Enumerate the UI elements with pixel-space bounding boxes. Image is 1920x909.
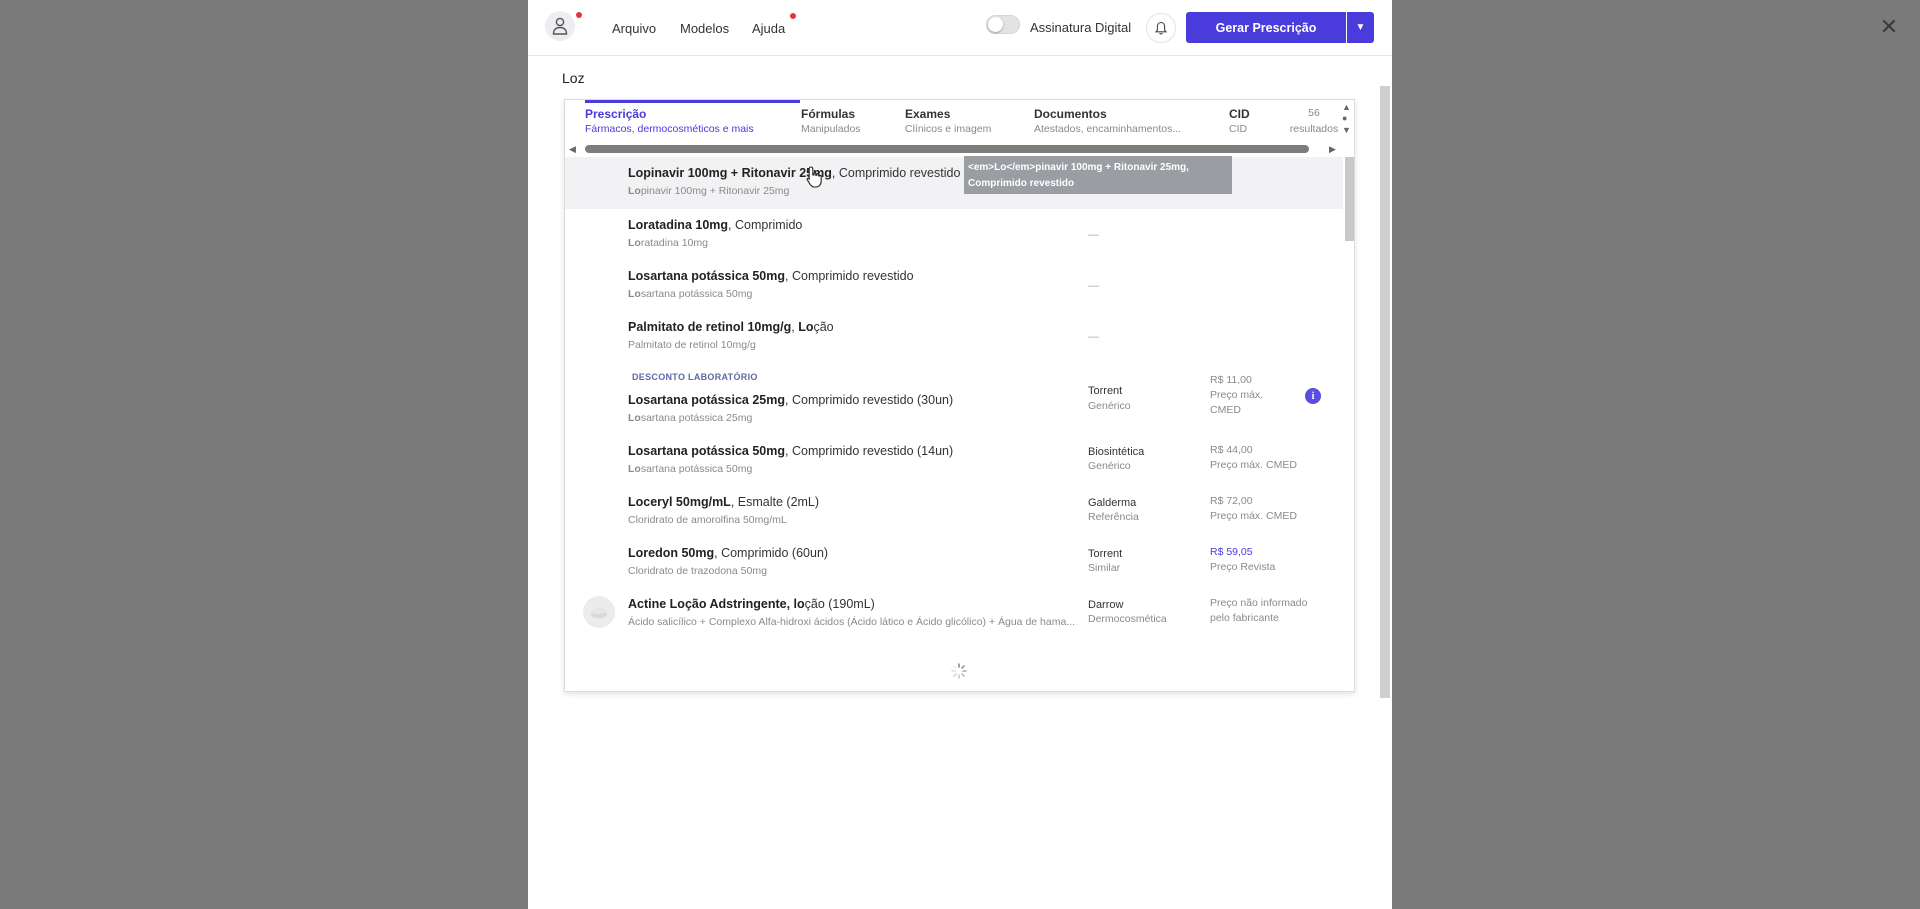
result-subtitle: Losartana potássica 25mg — [628, 412, 753, 424]
results-count: 56 resultados — [1286, 105, 1342, 137]
header: Arquivo Modelos Ajuda Assinatura Digital… — [528, 0, 1392, 56]
result-type: Similar — [1088, 562, 1121, 574]
result-price: R$ 72,00 Preço máx. CMED — [1210, 495, 1297, 522]
generate-options-button[interactable]: ▼ — [1347, 12, 1374, 43]
result-lab: Galderma — [1088, 497, 1137, 509]
tab-exames[interactable]: Exames Clínicos e imagem — [905, 100, 1025, 140]
results-count-label: resultados — [1289, 123, 1339, 135]
tab-formulas[interactable]: Fórmulas Manipulados — [801, 100, 901, 140]
result-lab-placeholder: — — [1088, 331, 1099, 343]
loading-spinner-icon — [951, 663, 967, 679]
tab-title: CID — [1229, 107, 1250, 121]
tabs-horizontal-scrollbar[interactable] — [585, 145, 1309, 153]
result-lab: Torrent — [1088, 385, 1123, 397]
search-results-panel: Prescrição Fármacos, dermocosméticos e m… — [564, 99, 1355, 692]
result-subtitle: Cloridrato de amorolfina 50mg/mL — [628, 514, 787, 526]
page-scrollbar[interactable] — [1380, 86, 1390, 698]
result-row[interactable]: Loceryl 50mg/mL, Esmalte (2mL) Cloridrat… — [565, 485, 1343, 536]
tab-title: Documentos — [1034, 107, 1107, 121]
search-input[interactable] — [562, 67, 1162, 89]
result-price: R$ 59,05 Preço Revista — [1210, 546, 1276, 573]
result-subtitle: Losartana potássica 50mg — [628, 463, 753, 475]
results-count-number: 56 — [1308, 107, 1320, 119]
tab-subtitle: Manipulados — [801, 123, 861, 135]
result-row[interactable]: Loredon 50mg, Comprimido (60un) Cloridra… — [565, 536, 1343, 587]
result-subtitle: Loratadina 10mg — [628, 237, 708, 249]
tab-title: Fórmulas — [801, 107, 856, 121]
scroll-down-arrow-icon[interactable]: ▼ — [1342, 125, 1351, 135]
result-type: Genérico — [1088, 460, 1131, 472]
notifications-button[interactable] — [1146, 13, 1176, 43]
result-tooltip: <em>Lo</em>pinavir 100mg + Ritonavir 25m… — [964, 156, 1232, 194]
result-subtitle: Lopinavir 100mg + Ritonavir 25mg — [628, 185, 790, 197]
digital-signature-label: Assinatura Digital — [1030, 20, 1132, 35]
generate-prescription-button[interactable]: Gerar Prescrição — [1186, 12, 1346, 43]
menu-ajuda[interactable]: Ajuda — [752, 21, 785, 36]
tab-subtitle: Atestados, encaminhamentos... — [1034, 123, 1182, 135]
result-row[interactable]: Loratadina 10mg, Comprimido Loratadina 1… — [565, 209, 1343, 261]
result-name: Actine Loção Adstringente, loção (190mL) — [628, 597, 875, 611]
result-name: Losartana potássica 50mg, Comprimido rev… — [628, 444, 954, 458]
result-type: Referência — [1088, 511, 1139, 523]
result-name: Loredon 50mg, Comprimido (60un) — [628, 546, 829, 560]
result-name: Losartana potássica 25mg, Comprimido rev… — [628, 393, 954, 407]
result-price: Preço não informado pelo fabricante — [1210, 597, 1308, 624]
prescription-modal: Arquivo Modelos Ajuda Assinatura Digital… — [528, 0, 1392, 909]
result-price: R$ 44,00 Preço máx. CMED — [1210, 444, 1297, 471]
result-row[interactable]: Actine Loção Adstringente, loção (190mL)… — [565, 587, 1343, 639]
hand-cursor-icon — [806, 166, 822, 188]
result-row[interactable]: Losartana potássica 50mg, Comprimido rev… — [565, 434, 1343, 485]
menu-modelos[interactable]: Modelos — [680, 21, 729, 36]
scroll-right-arrow-icon[interactable]: ▶ — [1329, 144, 1336, 154]
info-icon[interactable]: i — [1305, 388, 1321, 404]
notification-dot — [576, 12, 582, 18]
menu-arquivo[interactable]: Arquivo — [612, 21, 656, 36]
results-scrollbar[interactable] — [1345, 157, 1354, 241]
result-name: Losartana potássica 50mg, Comprimido rev… — [628, 269, 914, 283]
result-row[interactable]: Losartana potássica 50mg, Comprimido rev… — [565, 260, 1343, 312]
digital-signature-toggle[interactable] — [986, 15, 1020, 34]
result-lab: Biosintética — [1088, 446, 1145, 458]
result-subtitle: Losartana potássica 50mg — [628, 288, 753, 300]
result-price: R$ 11,00 Preço máx. CMED — [1210, 374, 1264, 416]
result-subtitle: Palmitato de retinol 10mg/g — [628, 339, 756, 351]
result-name: Loceryl 50mg/mL, Esmalte (2mL) — [628, 495, 820, 509]
result-subtitle: Ácido salicílico + Complexo Alfa-hidroxi… — [628, 616, 1076, 628]
scroll-left-arrow-icon[interactable]: ◀ — [569, 144, 576, 154]
tab-prescricao[interactable]: Prescrição Fármacos, dermocosméticos e m… — [585, 100, 800, 140]
tab-subtitle: CID — [1229, 123, 1248, 135]
user-avatar[interactable] — [545, 11, 575, 41]
result-lab-placeholder: — — [1088, 280, 1099, 292]
tab-subtitle: Fármacos, dermocosméticos e mais — [585, 123, 754, 135]
more-dots-icon[interactable]: ● — [1342, 113, 1347, 123]
scroll-up-arrow-icon[interactable]: ▲ — [1342, 102, 1351, 112]
tab-title: Prescrição — [585, 107, 647, 121]
result-name: Lopinavir 100mg + Ritonavir 25mg, Compri… — [628, 166, 961, 180]
section-label-discount: DESCONTO LABORATÓRIO — [632, 372, 758, 382]
result-type: Dermocosmética — [1088, 613, 1167, 625]
tab-title: Exames — [905, 107, 951, 121]
result-lab-placeholder: — — [1088, 229, 1099, 241]
result-type: Genérico — [1088, 400, 1131, 412]
result-row[interactable]: Losartana potássica 25mg, Comprimido rev… — [565, 374, 1343, 432]
ajuda-notification-dot — [790, 13, 796, 19]
result-lab: Torrent — [1088, 548, 1123, 560]
user-icon — [552, 17, 568, 35]
result-row[interactable]: Palmitato de retinol 10mg/g, Loção Palmi… — [565, 311, 1343, 363]
tab-cid[interactable]: CID CID — [1229, 100, 1269, 140]
bell-icon — [1155, 21, 1167, 35]
tab-subtitle: Clínicos e imagem — [905, 123, 992, 135]
result-name: Palmitato de retinol 10mg/g, Loção — [628, 320, 834, 334]
close-icon[interactable]: ✕ — [1878, 16, 1900, 38]
result-subtitle: Cloridrato de trazodona 50mg — [628, 565, 767, 577]
result-name: Loratadina 10mg, Comprimido — [628, 218, 803, 232]
tab-documentos[interactable]: Documentos Atestados, encaminhamentos... — [1034, 100, 1194, 140]
caret-down-icon: ▼ — [1355, 22, 1366, 33]
result-lab: Darrow — [1088, 599, 1124, 611]
